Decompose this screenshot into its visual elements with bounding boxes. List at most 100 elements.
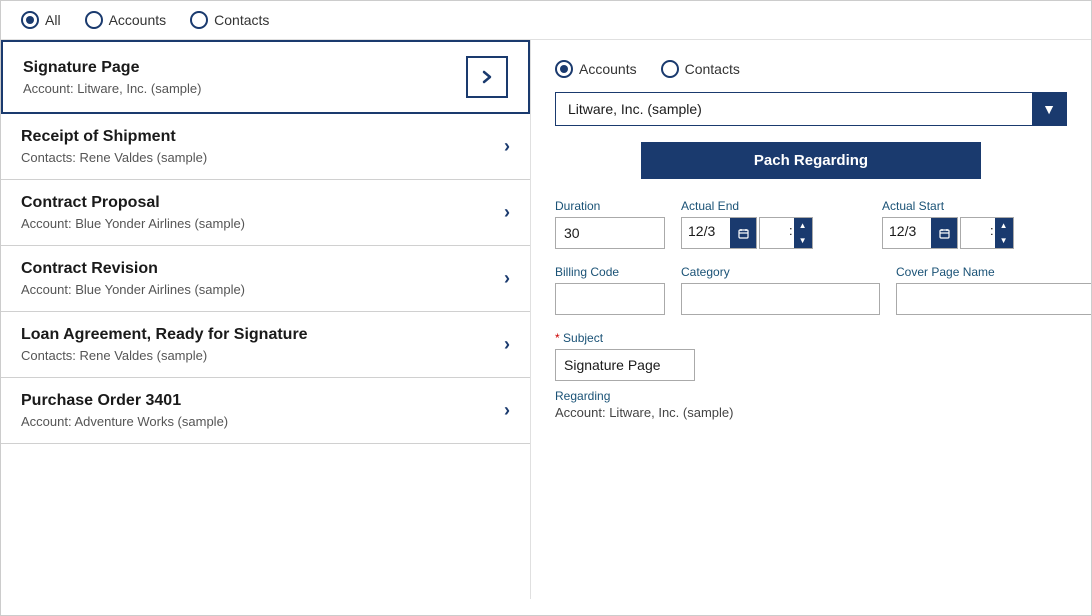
list-item[interactable]: Purchase Order 3401 Account: Adventure W… bbox=[1, 378, 530, 444]
list-item-content: Signature Page Account: Litware, Inc. (s… bbox=[23, 59, 201, 96]
right-radio-accounts[interactable]: Accounts bbox=[555, 60, 637, 78]
list-item-content: Contract Revision Account: Blue Yonder A… bbox=[21, 260, 245, 297]
actual-end-time-arrows: ▲ ▼ bbox=[794, 218, 812, 248]
actual-start-time-text bbox=[961, 218, 989, 248]
actual-end-calendar-button[interactable] bbox=[730, 218, 756, 248]
right-radio-contacts[interactable]: Contacts bbox=[661, 60, 740, 78]
actual-start-datetime: 12/3 : bbox=[882, 217, 1067, 249]
list-item-subtitle: Account: Blue Yonder Airlines (sample) bbox=[21, 282, 245, 297]
regarding-value: Account: Litware, Inc. (sample) bbox=[555, 405, 1067, 420]
right-radio-accounts-circle bbox=[555, 60, 573, 78]
actual-start-label: Actual Start bbox=[882, 199, 1067, 213]
radio-accounts-label: Accounts bbox=[109, 12, 167, 28]
chevron-right-icon bbox=[480, 70, 494, 84]
dropdown-arrow-icon[interactable]: ▼ bbox=[1032, 93, 1066, 125]
main-content: Signature Page Account: Litware, Inc. (s… bbox=[1, 40, 1091, 599]
duration-input[interactable] bbox=[555, 217, 665, 249]
list-item-subtitle: Contacts: Rene Valdes (sample) bbox=[21, 348, 308, 363]
list-item-chevron-button[interactable] bbox=[466, 56, 508, 98]
list-item[interactable]: Signature Page Account: Litware, Inc. (s… bbox=[1, 40, 530, 114]
list-item[interactable]: Receipt of Shipment Contacts: Rene Valde… bbox=[1, 114, 530, 180]
radio-accounts-circle bbox=[85, 11, 103, 29]
list-item-content: Contract Proposal Account: Blue Yonder A… bbox=[21, 194, 245, 231]
actual-end-time-down[interactable]: ▼ bbox=[794, 233, 812, 248]
actual-start-calendar-button[interactable] bbox=[931, 218, 957, 248]
regarding-section: Regarding Account: Litware, Inc. (sample… bbox=[555, 389, 1067, 420]
radio-all-circle bbox=[21, 11, 39, 29]
right-panel: Accounts Contacts Litware, Inc. (sample)… bbox=[531, 40, 1091, 599]
calendar-icon bbox=[738, 228, 749, 239]
actual-end-field: Actual End 12/3 bbox=[681, 199, 866, 249]
list-item-content: Receipt of Shipment Contacts: Rene Valde… bbox=[21, 128, 207, 165]
right-radio-accounts-label: Accounts bbox=[579, 61, 637, 77]
list-item[interactable]: Contract Revision Account: Blue Yonder A… bbox=[1, 246, 530, 312]
right-radio-contacts-circle bbox=[661, 60, 679, 78]
chevron-right-icon: › bbox=[504, 268, 510, 289]
actual-start-time-down[interactable]: ▼ bbox=[995, 233, 1013, 248]
subject-input[interactable] bbox=[555, 349, 695, 381]
list-item-subtitle: Account: Adventure Works (sample) bbox=[21, 414, 228, 429]
list-item-subtitle: Account: Blue Yonder Airlines (sample) bbox=[21, 216, 245, 231]
list-item[interactable]: Contract Proposal Account: Blue Yonder A… bbox=[1, 180, 530, 246]
duration-label: Duration bbox=[555, 199, 665, 213]
radio-all[interactable]: All bbox=[21, 11, 61, 29]
billing-code-field: Billing Code bbox=[555, 265, 665, 315]
list-item-subtitle: Account: Litware, Inc. (sample) bbox=[23, 81, 201, 96]
regarding-label: Regarding bbox=[555, 389, 1067, 403]
actual-end-time-up[interactable]: ▲ bbox=[794, 218, 812, 233]
list-item-content: Loan Agreement, Ready for Signature Cont… bbox=[21, 326, 308, 363]
top-radio-bar: All Accounts Contacts bbox=[1, 1, 1091, 40]
cover-page-input[interactable] bbox=[896, 283, 1091, 315]
actual-start-date-wrapper: 12/3 bbox=[882, 217, 958, 249]
actual-start-field: Actual Start 12/3 bbox=[882, 199, 1067, 249]
actual-start-date-text: 12/3 bbox=[883, 218, 931, 248]
actual-start-time-wrapper: : ▲ ▼ bbox=[960, 217, 1014, 249]
left-panel: Signature Page Account: Litware, Inc. (s… bbox=[1, 40, 531, 599]
list-item[interactable]: Loan Agreement, Ready for Signature Cont… bbox=[1, 312, 530, 378]
chevron-right-icon: › bbox=[504, 136, 510, 157]
subject-field: * Subject bbox=[555, 331, 695, 381]
actual-end-time-wrapper: : ▲ ▼ bbox=[759, 217, 813, 249]
calendar-icon bbox=[939, 228, 950, 239]
category-label: Category bbox=[681, 265, 880, 279]
account-dropdown[interactable]: Litware, Inc. (sample) ▼ bbox=[555, 92, 1067, 126]
list-item-content: Purchase Order 3401 Account: Adventure W… bbox=[21, 392, 228, 429]
actual-end-date-wrapper: 12/3 bbox=[681, 217, 757, 249]
actual-start-time-up[interactable]: ▲ bbox=[995, 218, 1013, 233]
category-field: Category bbox=[681, 265, 880, 315]
list-item-title: Signature Page bbox=[23, 59, 201, 77]
subject-required-star: * Subject bbox=[555, 331, 695, 345]
list-item-title: Contract Revision bbox=[21, 260, 245, 278]
right-radio-contacts-label: Contacts bbox=[685, 61, 740, 77]
list-item-title: Receipt of Shipment bbox=[21, 128, 207, 146]
actual-end-label: Actual End bbox=[681, 199, 866, 213]
actual-end-datetime: 12/3 : bbox=[681, 217, 866, 249]
patch-regarding-button[interactable]: Pach Regarding bbox=[641, 142, 981, 179]
radio-all-label: All bbox=[45, 12, 61, 28]
radio-contacts-label: Contacts bbox=[214, 12, 269, 28]
radio-accounts[interactable]: Accounts bbox=[85, 11, 167, 29]
subject-row: * Subject bbox=[555, 331, 1067, 381]
list-item-title: Contract Proposal bbox=[21, 194, 245, 212]
billing-code-input[interactable] bbox=[555, 283, 665, 315]
radio-contacts-circle bbox=[190, 11, 208, 29]
dropdown-row: Litware, Inc. (sample) ▼ bbox=[555, 92, 1067, 126]
actual-end-date-text: 12/3 bbox=[682, 218, 730, 248]
list-item-title: Purchase Order 3401 bbox=[21, 392, 228, 410]
dropdown-value: Litware, Inc. (sample) bbox=[556, 93, 1032, 125]
form-row-1: Duration Actual End 12/3 bbox=[555, 199, 1067, 249]
category-input[interactable] bbox=[681, 283, 880, 315]
actual-end-time-text bbox=[760, 218, 788, 248]
list-item-subtitle: Contacts: Rene Valdes (sample) bbox=[21, 150, 207, 165]
list-item-title: Loan Agreement, Ready for Signature bbox=[21, 326, 308, 344]
radio-contacts[interactable]: Contacts bbox=[190, 11, 269, 29]
right-radio-row: Accounts Contacts bbox=[555, 60, 1067, 78]
cover-page-label: Cover Page Name bbox=[896, 265, 1091, 279]
chevron-right-icon: › bbox=[504, 334, 510, 355]
subject-label: Subject bbox=[563, 331, 603, 345]
chevron-right-icon: › bbox=[504, 202, 510, 223]
chevron-right-icon: › bbox=[504, 400, 510, 421]
cover-page-field: Cover Page Name bbox=[896, 265, 1091, 315]
form-row-2: Billing Code Category Cover Page Name bbox=[555, 265, 1067, 315]
duration-field: Duration bbox=[555, 199, 665, 249]
